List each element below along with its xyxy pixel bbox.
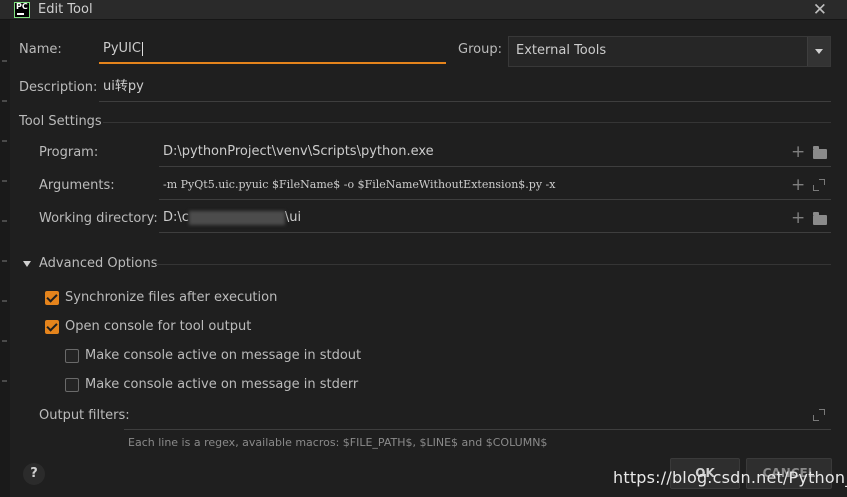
group-select[interactable]: External Tools	[508, 36, 831, 67]
title-bar: PC Edit Tool ✕	[0, 0, 847, 20]
working-directory-input[interactable]: D:\c \ui	[159, 204, 831, 233]
name-label: Name:	[19, 42, 62, 57]
plus-icon[interactable]: +	[791, 210, 805, 227]
chevron-down-icon	[815, 49, 823, 54]
output-filters-input[interactable]	[124, 401, 831, 430]
name-input[interactable]: PyUIC	[99, 35, 446, 64]
folder-icon[interactable]	[813, 146, 827, 159]
name-value: PyUIC	[103, 41, 141, 56]
working-directory-suffix: \ui	[284, 210, 302, 225]
close-icon[interactable]: ✕	[813, 0, 827, 20]
expand-icon[interactable]	[813, 179, 825, 191]
folder-icon[interactable]	[813, 212, 827, 225]
background-window-edge	[0, 20, 10, 497]
group-select-value: External Tools	[516, 43, 607, 58]
synchronize-files-checkbox[interactable]	[45, 291, 59, 305]
arguments-value: -m PyQt5.uic.pyuic $FileName$ -o $FileNa…	[163, 178, 556, 191]
program-label: Program:	[39, 145, 99, 160]
description-input[interactable]: ui转py	[99, 73, 831, 102]
working-directory-prefix: D:\c	[163, 210, 189, 225]
tool-settings-heading: Tool Settings	[19, 114, 102, 129]
text-cursor	[141, 41, 143, 56]
window-title: Edit Tool	[38, 2, 93, 17]
arguments-label: Arguments:	[39, 178, 115, 193]
output-filters-hint: Each line is a regex, available macros: …	[128, 436, 548, 449]
plus-icon[interactable]: +	[791, 177, 805, 194]
description-label: Description:	[19, 80, 98, 95]
console-active-stdout-label[interactable]: Make console active on message in stdout	[85, 348, 361, 363]
working-directory-label: Working directory:	[39, 211, 158, 226]
plus-icon[interactable]: +	[791, 144, 805, 161]
redacted-path-blur	[188, 210, 285, 225]
watermark-text: https://blog.csdn.net/Python_DJ	[613, 468, 847, 487]
open-console-checkbox[interactable]	[45, 320, 59, 334]
console-active-stderr-checkbox[interactable]	[65, 378, 79, 392]
program-value: D:\pythonProject\venv\Scripts\python.exe	[163, 144, 434, 159]
pycharm-app-icon: PC	[14, 2, 30, 18]
help-button[interactable]: ?	[23, 463, 45, 485]
expand-icon[interactable]	[813, 409, 825, 421]
description-value: ui转py	[103, 79, 144, 94]
open-console-label[interactable]: Open console for tool output	[65, 319, 251, 334]
console-active-stdout-checkbox[interactable]	[65, 349, 79, 363]
arguments-input[interactable]: -m PyQt5.uic.pyuic $FileName$ -o $FileNa…	[159, 171, 831, 200]
program-input[interactable]: D:\pythonProject\venv\Scripts\python.exe	[159, 138, 831, 167]
section-divider	[156, 264, 831, 265]
group-dropdown-button[interactable]	[807, 37, 830, 66]
advanced-options-heading[interactable]: Advanced Options	[39, 256, 158, 271]
console-active-stderr-label[interactable]: Make console active on message in stderr	[85, 377, 358, 392]
collapse-triangle-icon[interactable]	[23, 261, 31, 267]
synchronize-files-label[interactable]: Synchronize files after execution	[65, 290, 277, 305]
group-label: Group:	[458, 42, 502, 57]
section-divider	[103, 122, 831, 123]
output-filters-label: Output filters:	[39, 408, 130, 423]
